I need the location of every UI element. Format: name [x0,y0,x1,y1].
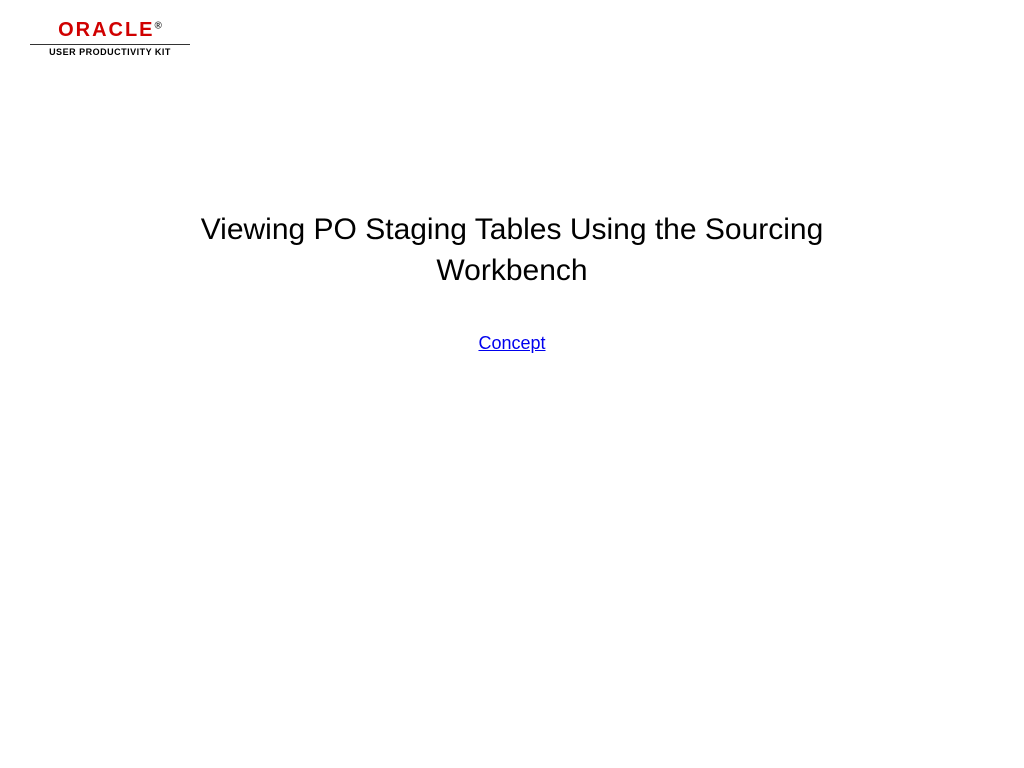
main-content: Viewing PO Staging Tables Using the Sour… [0,210,1024,354]
upk-subtitle: USER PRODUCTIVITY KIT [30,47,190,57]
concept-link[interactable]: Concept [478,333,545,354]
page-title: Viewing PO Staging Tables Using the Sour… [132,210,892,291]
logo-divider [30,44,190,45]
oracle-brand-text: ORACLE® [30,20,190,40]
registered-mark: ® [155,20,162,31]
oracle-word: ORACLE [58,19,154,41]
oracle-upk-logo: ORACLE® USER PRODUCTIVITY KIT [30,20,190,57]
